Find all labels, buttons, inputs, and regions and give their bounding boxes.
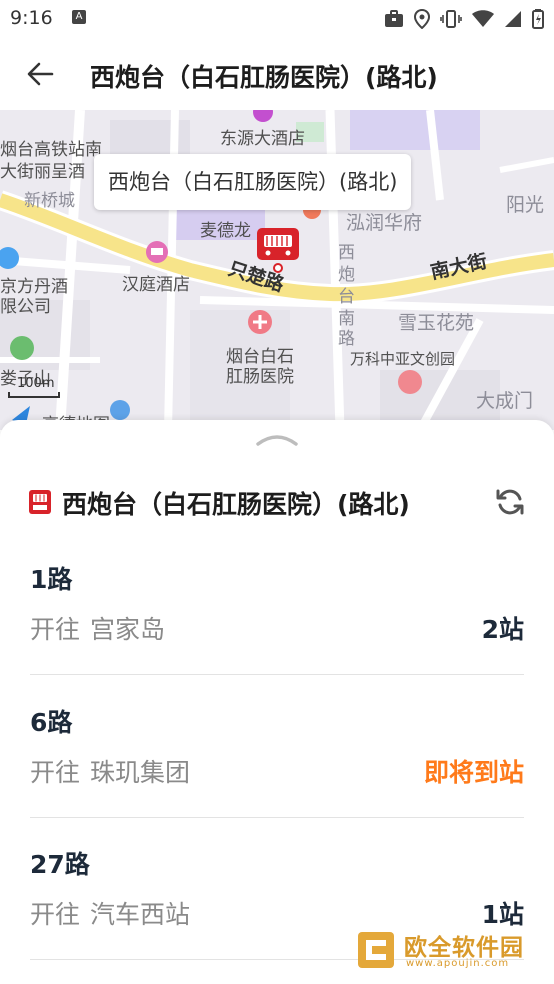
route-eta: 2站 <box>481 615 524 644</box>
bus-stop-marker-icon[interactable] <box>255 226 301 274</box>
bus-info-sheet: 西炮台（白石肛肠医院）(路北) 1路 开往 宫家岛 2站 6路 开往 珠玑集团 即将… <box>0 420 554 984</box>
signal-icon <box>505 11 521 27</box>
notification-icon: A <box>72 10 86 24</box>
route-item[interactable]: 1路 开往 宫家岛 2站 <box>30 560 524 700</box>
map-poi-label: 新桥城 <box>24 191 75 211</box>
direction-prefix: 开往 <box>30 758 81 787</box>
divider <box>30 674 524 675</box>
route-item[interactable]: 6路 开往 珠玑集团 即将到站 <box>30 703 524 843</box>
watermark: 欧全软件园 www.apoujin.com <box>356 928 546 974</box>
map-view[interactable]: 东源大酒店 烟台高铁站南 大街丽呈酒 新桥城 麦德龙 泓润华府 阳光 汉庭酒店 … <box>0 110 554 430</box>
map-poi-label: 大街丽呈酒 <box>0 162 85 182</box>
map-poi-label: 泓润华府 <box>346 212 423 234</box>
route-direction: 开往 汽车西站 <box>30 895 190 931</box>
watermark-title: 欧全软件园 <box>404 935 524 961</box>
route-name: 1路 <box>30 565 73 594</box>
chevron-up-icon[interactable] <box>256 432 298 448</box>
stop-header: 西炮台（白石肛肠医院）(路北) <box>28 480 528 524</box>
direction-prefix: 开往 <box>30 615 81 644</box>
scale-label: 100m <box>17 376 55 391</box>
arrow-left-icon <box>27 62 54 86</box>
route-direction: 开往 珠玑集团 <box>30 753 190 789</box>
route-name: 6路 <box>30 708 73 737</box>
vibrate-icon <box>440 10 462 28</box>
map-poi-label: 雪玉花苑 <box>398 312 475 334</box>
watermark-url: www.apoujin.com <box>406 958 510 969</box>
map-poi-label: 麦德龙 <box>200 221 251 241</box>
scale-bar <box>8 392 60 398</box>
map-poi-label: 东源大酒店 <box>220 129 305 149</box>
briefcase-icon <box>385 10 403 27</box>
map-poi-label: 大成门 <box>476 390 534 412</box>
map-road-label: 路 <box>338 329 355 349</box>
wifi-icon <box>472 10 494 27</box>
map-callout: 西炮台（白石肛肠医院）(路北) <box>94 154 412 210</box>
direction-prefix: 开往 <box>30 900 81 929</box>
status-bar: 9:16 A <box>0 0 554 38</box>
map-poi-label: 万科中亚文创园 <box>350 350 456 368</box>
route-destination: 珠玑集团 <box>90 758 191 787</box>
map-poi-label: 阳光 <box>506 194 545 216</box>
route-name: 27路 <box>30 850 90 879</box>
route-eta: 即将到站 <box>423 758 524 787</box>
status-icons <box>384 8 544 30</box>
map-poi-label: 汉庭酒店 <box>122 275 190 295</box>
route-destination: 宫家岛 <box>90 615 166 644</box>
watermark-logo-icon <box>358 932 394 968</box>
status-time: 9:16 <box>10 7 53 29</box>
route-direction: 开往 宫家岛 <box>30 610 165 646</box>
refresh-button[interactable] <box>492 484 528 520</box>
route-destination: 汽车西站 <box>90 900 191 929</box>
app-header: 西炮台（白石肛肠医院）(路北) <box>0 38 554 110</box>
back-button[interactable] <box>22 56 58 92</box>
battery-icon <box>532 9 544 29</box>
map-scale: 100m <box>4 376 60 402</box>
route-eta: 1站 <box>481 900 524 929</box>
refresh-icon <box>496 489 524 515</box>
page-title: 西炮台（白石肛肠医院）(路北) <box>90 63 438 92</box>
location-icon <box>414 9 430 29</box>
map-poi-label: 限公司 <box>0 297 51 317</box>
divider <box>30 817 524 818</box>
bus-stop-icon <box>29 490 51 514</box>
stop-name: 西炮台（白石肛肠医院）(路北) <box>62 490 410 519</box>
map-poi-label: 肛肠医院 <box>226 367 294 387</box>
